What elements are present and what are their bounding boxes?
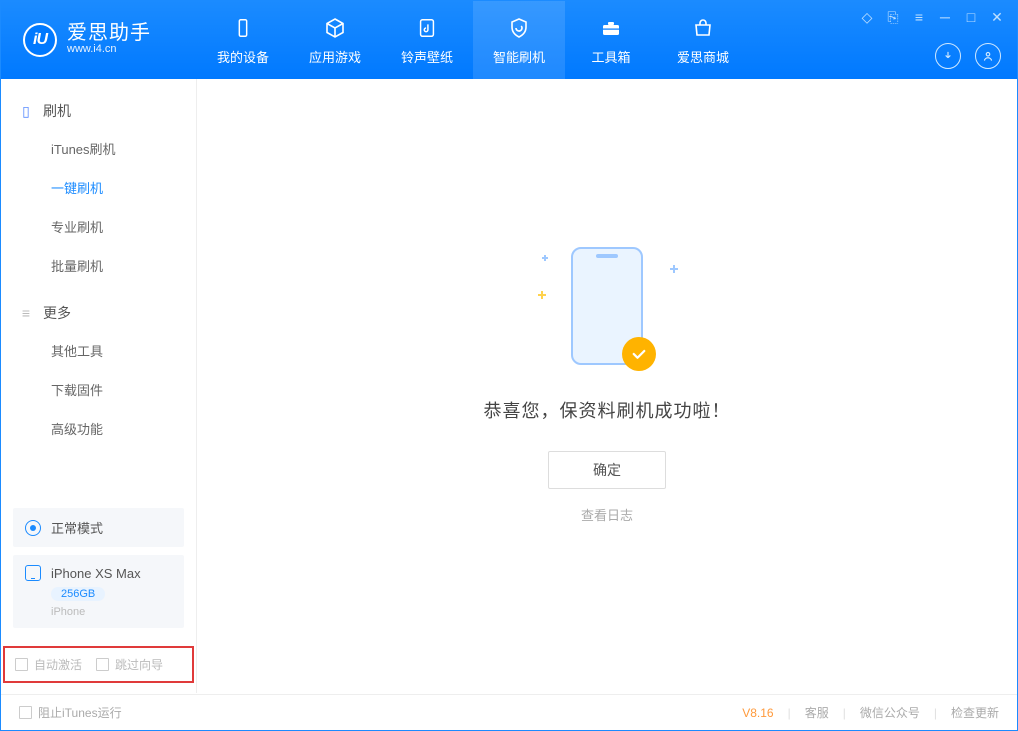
ok-button[interactable]: 确定 bbox=[548, 451, 666, 489]
nav-store[interactable]: 爱思商城 bbox=[657, 1, 749, 79]
nav-label: 我的设备 bbox=[217, 47, 269, 66]
footer-link-wechat[interactable]: 微信公众号 bbox=[860, 704, 920, 721]
auto-activate-checkbox[interactable]: 自动激活 bbox=[15, 656, 82, 673]
nav-label: 爱思商城 bbox=[677, 47, 729, 66]
divider: | bbox=[843, 706, 846, 720]
group-title: 刷机 bbox=[43, 101, 71, 121]
minimize-button[interactable]: ─ bbox=[937, 9, 953, 25]
nav-smart-flash[interactable]: 智能刷机 bbox=[473, 1, 565, 79]
nav-label: 铃声壁纸 bbox=[401, 47, 453, 66]
success-panel: 恭喜您，保资料刷机成功啦！ 确定 查看日志 bbox=[484, 247, 731, 525]
lock-icon[interactable]: ⎘ bbox=[885, 9, 901, 25]
checkbox-label: 阻止iTunes运行 bbox=[38, 704, 122, 721]
view-log-link[interactable]: 查看日志 bbox=[581, 508, 633, 523]
nav-label: 智能刷机 bbox=[493, 47, 545, 66]
checkbox-icon bbox=[19, 706, 32, 719]
success-illustration bbox=[532, 247, 682, 377]
sidebar-group-more: ≡ 更多 bbox=[1, 295, 196, 331]
checkbox-label: 跳过向导 bbox=[115, 656, 163, 673]
cube-icon bbox=[321, 14, 349, 42]
check-badge-icon bbox=[622, 337, 656, 371]
sidebar-group-flash: ▯ 刷机 bbox=[1, 93, 196, 129]
flash-options-highlight: 自动激活 跳过向导 bbox=[3, 646, 194, 683]
phone-icon bbox=[25, 565, 41, 581]
group-title: 更多 bbox=[43, 303, 71, 323]
sidebar: ▯ 刷机 iTunes刷机 一键刷机 专业刷机 批量刷机 ≡ 更多 其他工具 下… bbox=[1, 79, 197, 693]
user-icon[interactable] bbox=[975, 43, 1001, 69]
toolbox-icon bbox=[597, 14, 625, 42]
status-dot-icon bbox=[25, 520, 41, 536]
divider: | bbox=[934, 706, 937, 720]
status-bar: 阻止iTunes运行 V8.16 | 客服 | 微信公众号 | 检查更新 bbox=[1, 694, 1017, 730]
close-button[interactable]: ✕ bbox=[989, 9, 1005, 25]
sidebar-item-download-firmware[interactable]: 下载固件 bbox=[1, 370, 196, 409]
main-nav: 我的设备 应用游戏 铃声壁纸 智能刷机 工具箱 爱思商城 bbox=[197, 1, 749, 79]
footer-link-support[interactable]: 客服 bbox=[805, 704, 829, 721]
status-mode-label: 正常模式 bbox=[51, 518, 103, 537]
sparkle-icon bbox=[538, 291, 546, 299]
checkbox-icon bbox=[15, 658, 28, 671]
sidebar-item-other-tools[interactable]: 其他工具 bbox=[1, 331, 196, 370]
maximize-button[interactable]: □ bbox=[963, 9, 979, 25]
device-storage-badge: 256GB bbox=[51, 587, 105, 601]
sparkle-icon bbox=[670, 265, 678, 273]
main-content: 恭喜您，保资料刷机成功啦！ 确定 查看日志 bbox=[197, 79, 1017, 693]
checkbox-icon bbox=[96, 658, 109, 671]
shield-refresh-icon bbox=[505, 14, 533, 42]
sidebar-item-batch-flash[interactable]: 批量刷机 bbox=[1, 246, 196, 285]
music-file-icon bbox=[413, 14, 441, 42]
success-message: 恭喜您，保资料刷机成功啦！ bbox=[484, 397, 731, 423]
menu-icon[interactable]: ≡ bbox=[911, 9, 927, 25]
device-type: iPhone bbox=[51, 606, 172, 618]
block-itunes-checkbox[interactable]: 阻止iTunes运行 bbox=[19, 704, 122, 721]
app-header: 爱思助手 www.i4.cn 我的设备 应用游戏 铃声壁纸 智能刷机 工具箱 爱… bbox=[1, 1, 1017, 79]
header-actions bbox=[935, 43, 1001, 69]
store-icon bbox=[689, 14, 717, 42]
app-name-en: www.i4.cn bbox=[67, 43, 151, 56]
sidebar-item-itunes-flash[interactable]: iTunes刷机 bbox=[1, 129, 196, 168]
sidebar-item-advanced[interactable]: 高级功能 bbox=[1, 409, 196, 448]
connected-device-card[interactable]: iPhone XS Max 256GB iPhone bbox=[13, 555, 184, 628]
checkbox-label: 自动激活 bbox=[34, 656, 82, 673]
nav-apps-games[interactable]: 应用游戏 bbox=[289, 1, 381, 79]
nav-my-device[interactable]: 我的设备 bbox=[197, 1, 289, 79]
nav-toolbox[interactable]: 工具箱 bbox=[565, 1, 657, 79]
app-logo-icon bbox=[23, 23, 57, 57]
app-body: ▯ 刷机 iTunes刷机 一键刷机 专业刷机 批量刷机 ≡ 更多 其他工具 下… bbox=[1, 79, 1017, 693]
device-name: iPhone XS Max bbox=[51, 566, 141, 581]
tshirt-icon[interactable]: ◇ bbox=[859, 9, 875, 25]
download-icon[interactable] bbox=[935, 43, 961, 69]
device-icon bbox=[229, 14, 257, 42]
nav-ringtone-wallpaper[interactable]: 铃声壁纸 bbox=[381, 1, 473, 79]
sparkle-icon bbox=[542, 255, 548, 261]
divider: | bbox=[788, 706, 791, 720]
nav-label: 应用游戏 bbox=[309, 47, 361, 66]
phone-outline-icon: ▯ bbox=[19, 103, 33, 120]
app-title: 爱思助手 www.i4.cn bbox=[67, 23, 151, 56]
version-label: V8.16 bbox=[742, 706, 773, 720]
skip-guide-checkbox[interactable]: 跳过向导 bbox=[96, 656, 163, 673]
logo-block: 爱思助手 www.i4.cn bbox=[1, 1, 197, 79]
footer-link-update[interactable]: 检查更新 bbox=[951, 704, 999, 721]
sidebar-item-pro-flash[interactable]: 专业刷机 bbox=[1, 207, 196, 246]
window-controls: ◇ ⎘ ≡ ─ □ ✕ bbox=[859, 9, 1005, 25]
sidebar-item-oneclick-flash[interactable]: 一键刷机 bbox=[1, 168, 196, 207]
app-name-cn: 爱思助手 bbox=[67, 23, 151, 43]
device-mode-status[interactable]: 正常模式 bbox=[13, 508, 184, 547]
nav-label: 工具箱 bbox=[591, 47, 630, 66]
list-icon: ≡ bbox=[19, 305, 33, 321]
